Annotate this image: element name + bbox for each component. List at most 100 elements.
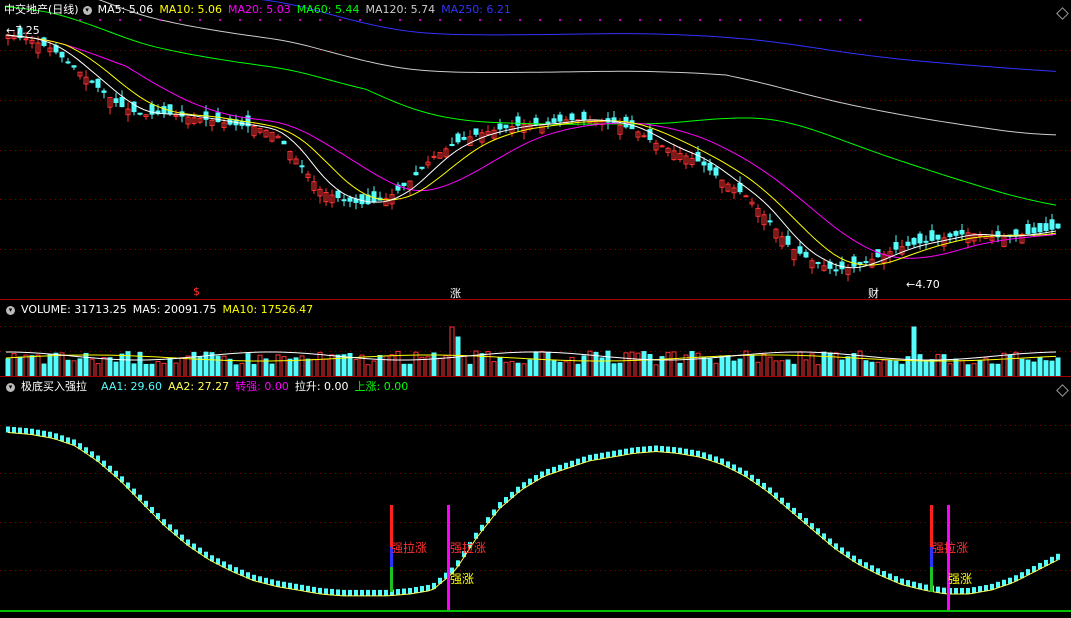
aa1-bar [588,454,592,461]
volume-bar [539,350,545,377]
aa1-bar [942,587,946,594]
aa1-bar [282,581,286,588]
volume-indicator-2: MA10: 17526.47 [222,303,314,316]
volume-bar [953,358,959,377]
settings-icon[interactable]: ▾ [6,382,15,392]
aa1-bar [936,586,940,593]
candle-body [833,269,839,272]
volume-bar [323,358,329,377]
signal-dot [219,19,221,21]
candle-body [953,231,959,236]
candle-body [65,61,71,64]
volume-bar [533,351,539,377]
aa1-bar [972,587,976,594]
aa1-bar [12,427,16,434]
aa1-bar [36,429,40,436]
aa1-bar [672,447,676,454]
signal-label: 强拉涨 [932,541,969,555]
volume-bar [161,362,167,377]
signal-dot [739,19,741,21]
aa1-bar [384,589,388,596]
signal-dot [359,19,361,21]
volume-bar [479,353,485,377]
volume-bar [863,360,869,377]
turn-strong-bar [447,505,450,610]
aa1-bar [684,448,688,455]
aa1-bar [408,588,412,595]
strong-signal-bar [930,567,933,592]
candle-body [299,165,305,168]
volume-bar [617,362,623,377]
volume-bar [845,356,851,377]
volume-bar [911,326,917,377]
volume-bar [77,358,83,377]
candle-body [455,133,461,143]
aa1-bar [912,581,916,588]
aa1-bar [660,446,664,453]
volume-bar [485,351,491,377]
aa1-bar [342,589,346,596]
volume-panel[interactable]: ▾ VOLUME: 31713.25 MA5: 20091.75 MA10: 1752… [0,299,1071,377]
signal-dot [799,19,801,21]
price-panel[interactable]: 中交地产(日线) ▾ MA5: 5.06 MA10: 5.06 MA20: 5.03 MA… [0,0,1071,300]
signal-dot [419,19,421,21]
signal-dot [119,19,121,21]
volume-bar [287,358,293,377]
volume-bar [413,351,419,377]
volume-bar [515,362,521,377]
aa1-bar [636,447,640,454]
price-chart[interactable] [0,0,1071,299]
candle-body [707,162,713,171]
candle-body [119,96,125,108]
price-indicator-2: MA20: 5.03 [228,3,291,16]
volume-bar [305,358,311,377]
settings-icon[interactable]: ▾ [6,305,15,315]
settings-icon[interactable]: ▾ [82,5,92,15]
signal-dot [719,19,721,21]
indicator-panel[interactable]: ▾ 极底买入强拉 AA1: 29.60 AA2: 27.27 转强: 0.00 拉升: 0… [0,376,1071,617]
volume-bar [491,361,497,377]
strong-signal-bar [390,567,393,592]
volume-bar [209,352,215,377]
signal-dot [439,19,441,21]
signal-dot [819,19,821,21]
aa-indicator-1: AA2: 27.27 [168,380,230,393]
volume-indicator-0: VOLUME: 31713.25 [21,303,127,316]
volume-bar [947,363,953,377]
indicator-chart[interactable] [0,377,1071,618]
volume-bar [263,358,269,377]
aa1-bar [294,583,298,590]
indicator-legend: ▾ 极底买入强拉 AA1: 29.60 AA2: 27.27 转强: 0.00 拉升: 0… [4,380,420,394]
volume-bar [383,355,389,377]
aa1-bar [690,449,694,456]
aa1-bar [678,447,682,454]
signal-dot [199,19,201,21]
volume-bar [245,353,251,377]
candle-body [71,65,77,68]
volume-bar [353,359,359,377]
aa1-bar [618,449,622,456]
event-marker[interactable]: $ [193,285,200,298]
candle-body [797,246,803,254]
volume-bar [89,358,95,377]
candle-body [89,80,95,83]
candle-body [959,229,965,235]
ma5-line [5,34,1057,269]
candle-body [101,90,107,93]
aa1-bar [396,589,400,596]
signal-dot [299,19,301,21]
aa1-bar [492,509,496,516]
signal-dot [259,19,261,21]
volume-bar [509,360,515,377]
candle-body [905,241,911,246]
volume-bar [923,360,929,377]
volume-bar [443,355,449,377]
volume-bar [629,351,635,377]
candle-body [815,261,821,264]
candle-body [923,240,929,243]
aa1-bar [264,577,268,584]
volume-indicator-1: MA5: 20091.75 [132,303,217,316]
signal-dot [559,19,561,21]
stock-title: 中交地产(日线) [4,3,79,16]
candle-body [977,234,983,237]
